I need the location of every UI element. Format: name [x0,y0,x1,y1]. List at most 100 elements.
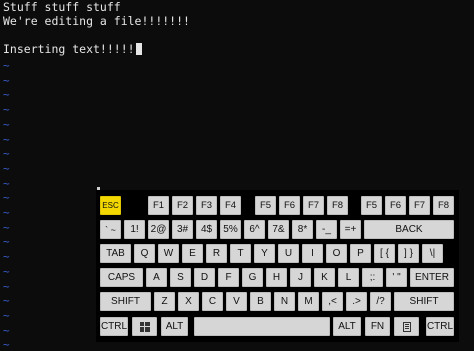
empty-line-tilde: ~ [3,206,10,219]
fn-key[interactable]: FN [365,317,390,336]
key-z[interactable]: Z [154,292,175,311]
key-a[interactable]: A [146,268,167,287]
right-alt-key[interactable]: ALT [333,317,361,336]
key-b[interactable]: B [250,292,271,311]
key-m[interactable]: M [298,292,319,311]
key-j[interactable]: J [290,268,311,287]
empty-line-tilde: ~ [3,264,10,278]
num-5-key[interactable]: 5% [220,220,241,239]
backspace-key[interactable]: BACK [364,220,454,239]
empty-line-tilde: ~ [3,59,10,72]
empty-line-tilde: ~ [3,117,10,131]
num-7-key[interactable]: 7& [268,220,289,239]
key-symbol[interactable]: /? [370,292,391,311]
key-h[interactable]: H [266,268,287,287]
text-line-1: Stuff stuff stuff [3,0,121,14]
right-shift-key[interactable]: SHIFT [394,292,454,311]
context-menu-key[interactable] [394,317,419,336]
f8-key[interactable]: F8 [433,196,454,215]
f7-key[interactable]: F7 [303,196,324,215]
num-10-key[interactable]: =+ [340,220,361,239]
empty-line-tilde: ~ [3,235,10,249]
on-screen-keyboard: ESC F1 F2 F3 F4 F5 F6 F7 F8 F5 F6 F7 F8 ` ~1! 2@ 3# 4$ 5%… [96,190,459,342]
empty-line-tilde: ~ [3,250,10,264]
num-6-key[interactable]: 6^ [244,220,265,239]
key-symbol[interactable]: ,< [322,292,343,311]
empty-line-tilde: ~ [3,176,10,190]
tab-key[interactable]: TAB [100,244,131,263]
empty-line-tilde: ~ [3,308,10,322]
text-line-4: Inserting text!!!!! [3,42,142,56]
key-symbol[interactable]: ] } [398,244,419,263]
menu-icon [402,321,411,332]
windows-key[interactable] [132,317,157,336]
text-line-2: We're editing a file!!!!!!! [3,14,190,28]
left-ctrl-key[interactable]: CTRL [100,317,128,336]
key-r[interactable]: R [206,244,227,263]
f5-key[interactable]: F5 [255,196,276,215]
key-n[interactable]: N [274,292,295,311]
left-alt-key[interactable]: ALT [161,317,188,336]
key-x[interactable]: X [178,292,199,311]
num-2-key[interactable]: 2@ [148,220,169,239]
key-q[interactable]: Q [134,244,155,263]
right-ctrl-key[interactable]: CTRL [426,317,454,336]
key-u[interactable]: U [278,244,299,263]
empty-line-tilde: ~ [3,161,10,175]
key-symbol[interactable]: \| [422,244,443,263]
empty-line-tilde: ~ [3,147,10,161]
num-3-key[interactable]: 3# [172,220,193,239]
f5-key[interactable]: F5 [361,196,382,215]
num-0-key[interactable]: ` ~ [100,220,121,239]
key-l[interactable]: L [338,268,359,287]
num-1-key[interactable]: 1! [124,220,145,239]
empty-line-tilde: ~ [3,132,10,146]
enter-key[interactable]: ENTER [410,268,454,287]
empty-line-tilde: ~ [3,220,10,234]
key-symbol[interactable]: ;: [362,268,383,287]
empty-line-tilde: ~ [3,88,10,102]
key-p[interactable]: P [350,244,371,263]
num-4-key[interactable]: 4$ [196,220,217,239]
empty-line-tilde: ~ [3,191,10,205]
key-y[interactable]: Y [254,244,275,263]
f6-key[interactable]: F6 [385,196,406,215]
num-9-key[interactable]: -_ [316,220,337,239]
inserting-text: Inserting text!!!!! [3,42,135,56]
key-symbol[interactable]: ' " [386,268,407,287]
key-g[interactable]: G [242,268,263,287]
empty-line-tilde: ~ [3,294,10,308]
key-s[interactable]: S [170,268,191,287]
key-k[interactable]: K [314,268,335,287]
key-i[interactable]: I [302,244,323,263]
f6-key[interactable]: F6 [279,196,300,215]
f8-key[interactable]: F8 [327,196,348,215]
space-bar[interactable] [194,317,330,336]
f1-key[interactable]: F1 [148,196,169,215]
f7-key[interactable]: F7 [409,196,430,215]
f2-key[interactable]: F2 [172,196,193,215]
key-w[interactable]: W [158,244,179,263]
f3-key[interactable]: F3 [196,196,217,215]
text-cursor [135,43,142,55]
esc-key[interactable]: ESC [100,196,121,215]
key-symbol[interactable]: .> [346,292,367,311]
empty-line-tilde: ~ [3,279,10,293]
windows-icon [139,321,150,332]
key-f[interactable]: F [218,268,239,287]
key-t[interactable]: T [230,244,251,263]
empty-line-tilde: ~ [3,323,10,337]
empty-line-tilde: ~ [3,103,10,117]
key-o[interactable]: O [326,244,347,263]
key-symbol[interactable]: [ { [374,244,395,263]
key-v[interactable]: V [226,292,247,311]
num-8-key[interactable]: 8* [292,220,313,239]
f4-key[interactable]: F4 [220,196,241,215]
key-c[interactable]: C [202,292,223,311]
empty-line-tilde: ~ [3,73,10,87]
key-e[interactable]: E [182,244,203,263]
left-shift-key[interactable]: SHIFT [100,292,151,311]
key-d[interactable]: D [194,268,215,287]
empty-line-tilde: ~ [3,338,10,351]
caps-lock-key[interactable]: CAPS [100,268,143,287]
